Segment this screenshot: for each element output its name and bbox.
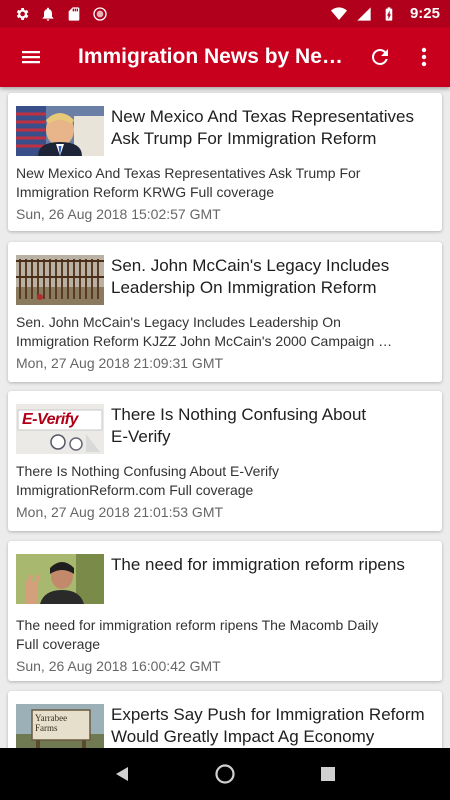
news-card[interactable]: E-Verify There Is Nothing Confusing Abou… bbox=[8, 391, 442, 531]
article-date: Sun, 26 Aug 2018 16:00:42 GMT bbox=[16, 658, 221, 674]
home-button[interactable] bbox=[205, 754, 245, 794]
app-title: Immigration News by Ne… bbox=[78, 45, 343, 68]
home-icon bbox=[215, 764, 235, 784]
sync-icon bbox=[93, 6, 107, 21]
article-thumbnail-everify-logo: E-Verify bbox=[16, 404, 104, 454]
article-title[interactable]: New Mexico And Texas Representatives Ask… bbox=[111, 103, 414, 150]
status-bar: 9:25 bbox=[0, 0, 450, 27]
status-time: 9:25 bbox=[409, 5, 440, 22]
battery-charging-icon bbox=[385, 6, 393, 21]
article-thumbnail-border-fence bbox=[16, 255, 104, 305]
article-description: The need for immigration reform ripens T… bbox=[16, 617, 379, 652]
more-vert-icon bbox=[421, 47, 427, 67]
news-card[interactable]: New Mexico And Texas Representatives Ask… bbox=[8, 93, 442, 231]
news-card[interactable]: Yarrabee Farms Experts Say Push for Immi… bbox=[8, 691, 442, 748]
article-date: Mon, 27 Aug 2018 21:09:31 GMT bbox=[16, 355, 224, 371]
news-card[interactable]: Sen. John McCain's Legacy Includes Leade… bbox=[8, 242, 442, 382]
back-icon bbox=[115, 767, 128, 781]
article-date: Sun, 26 Aug 2018 15:02:57 GMT bbox=[16, 206, 221, 222]
article-title[interactable]: Sen. John McCain's Legacy Includes Leade… bbox=[111, 252, 389, 299]
back-button[interactable] bbox=[102, 754, 142, 794]
recents-button[interactable] bbox=[308, 754, 348, 794]
sd-card-icon bbox=[68, 6, 80, 21]
news-feed[interactable]: New Mexico And Texas Representatives Ask… bbox=[0, 87, 450, 748]
recents-icon bbox=[321, 767, 336, 781]
article-title[interactable]: Experts Say Push for Immigration Reform … bbox=[111, 701, 425, 748]
gear-icon bbox=[16, 7, 29, 20]
article-description: Sen. John McCain's Legacy Includes Leade… bbox=[16, 314, 393, 349]
article-date: Mon, 27 Aug 2018 21:01:53 GMT bbox=[16, 504, 224, 520]
article-description: New Mexico And Texas Representatives Ask… bbox=[16, 165, 361, 200]
article-description: There Is Nothing Confusing About E-Verif… bbox=[16, 463, 280, 498]
farm-sign-text: Yarrabee Farms bbox=[35, 713, 68, 733]
bell-icon bbox=[42, 7, 54, 21]
menu-button[interactable] bbox=[0, 27, 62, 87]
article-title[interactable]: The need for immigration reform ripens bbox=[111, 551, 405, 576]
menu-icon bbox=[22, 51, 40, 64]
app-bar: Immigration News by Ne… bbox=[0, 27, 450, 87]
article-title[interactable]: There Is Nothing Confusing About E-Verif… bbox=[111, 401, 366, 448]
refresh-icon bbox=[371, 48, 388, 65]
more-options-button[interactable] bbox=[404, 27, 444, 87]
refresh-button[interactable] bbox=[356, 27, 404, 87]
article-thumbnail-woman bbox=[16, 554, 104, 604]
wifi-icon bbox=[330, 6, 347, 20]
everify-logo-text: E-Verify bbox=[22, 411, 78, 428]
signal-icon bbox=[357, 6, 371, 21]
news-card[interactable]: The need for immigration reform ripens T… bbox=[8, 541, 442, 681]
article-thumbnail-politician bbox=[16, 106, 104, 156]
article-thumbnail-farm-sign: Yarrabee Farms bbox=[16, 704, 104, 748]
system-nav-bar bbox=[0, 748, 450, 800]
